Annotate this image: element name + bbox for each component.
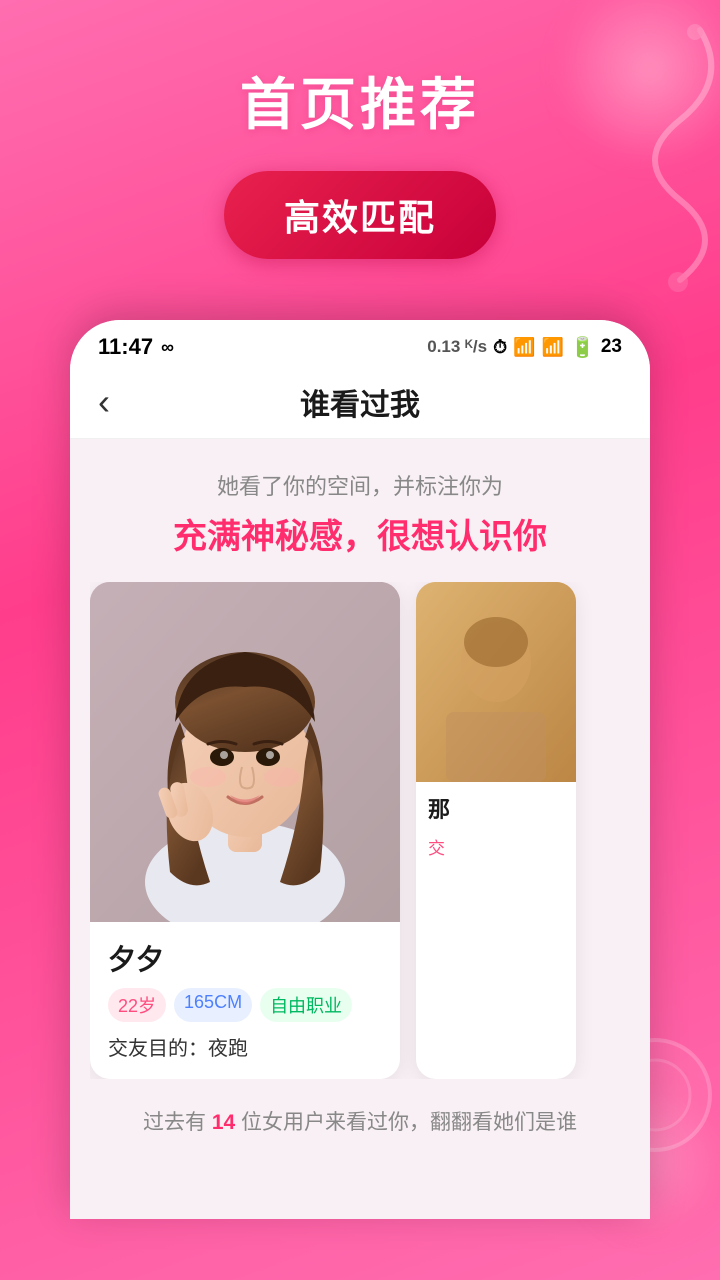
tags-row: 22岁 165CM 自由职业 — [108, 988, 382, 1022]
back-button[interactable]: ‹ — [98, 381, 110, 423]
profile-card-peek[interactable]: 那 交 — [416, 582, 576, 1079]
phone-screen: 11:47 ∞ 0.13 ᴷ/s ⏱ 📶 📶 🔋 23 ‹ 谁看过我 她看了你的… — [70, 320, 650, 1219]
highlight-text: 充满神秘感，很想认识你 — [90, 509, 630, 558]
signal-icon: 📶 — [513, 337, 535, 358]
clock-icon: ⏱ — [493, 337, 507, 358]
status-bar-right: 0.13 ᴷ/s ⏱ 📶 📶 🔋 23 — [427, 335, 622, 360]
tag-age: 22岁 — [108, 988, 166, 1022]
footer-text: 过去有 14 位女用户来看过你，翻翻看她们是谁 — [90, 1107, 630, 1139]
tag-job: 自由职业 — [260, 988, 352, 1022]
content-area: 她看了你的空间，并标注你为 充满神秘感，很想认识你 — [70, 439, 650, 1219]
purpose-label: 交友目的： — [108, 1038, 208, 1060]
network-icon: ∞ — [161, 337, 174, 358]
purpose-value: 夜跑 — [208, 1038, 248, 1060]
footer-count: 14 — [212, 1111, 235, 1134]
nav-title: 谁看过我 — [300, 380, 420, 424]
peek-sub: 交 — [416, 834, 576, 869]
peek-photo — [416, 582, 576, 782]
top-section: 首页推荐 高效匹配 — [0, 0, 720, 259]
status-bar-left: 11:47 ∞ — [98, 334, 174, 360]
navigation-bar: ‹ 谁看过我 — [70, 370, 650, 439]
profile-info: 夕夕 22岁 165CM 自由职业 交友目的：夜跑 — [90, 922, 400, 1079]
card-row: 夕夕 22岁 165CM 自由职业 交友目的：夜跑 — [90, 582, 630, 1079]
peek-photo-svg — [416, 582, 576, 782]
page-title: 首页推荐 — [240, 60, 480, 141]
footer-suffix: 位女用户来看过你，翻翻看她们是谁 — [235, 1111, 577, 1134]
peek-name: 那 — [416, 782, 576, 834]
profile-photo-svg — [90, 582, 400, 922]
profile-name: 夕夕 — [108, 938, 382, 978]
subtitle-text: 她看了你的空间，并标注你为 — [90, 469, 630, 501]
profile-card-main[interactable]: 夕夕 22岁 165CM 自由职业 交友目的：夜跑 — [90, 582, 400, 1079]
battery-icon: 🔋 — [570, 335, 595, 360]
time-display: 11:47 — [98, 334, 153, 360]
footer-prefix: 过去有 — [143, 1111, 212, 1134]
profile-photo — [90, 582, 400, 922]
status-bar: 11:47 ∞ 0.13 ᴷ/s ⏱ 📶 📶 🔋 23 — [70, 320, 650, 370]
speed-display: 0.13 ᴷ/s — [427, 337, 487, 357]
signal-icon2: 📶 — [542, 337, 564, 358]
battery-level: 23 — [601, 336, 622, 358]
match-badge[interactable]: 高效匹配 — [224, 171, 496, 259]
profile-purpose: 交友目的：夜跑 — [108, 1032, 382, 1061]
tag-height: 165CM — [174, 988, 252, 1022]
phone-mockup: 11:47 ∞ 0.13 ᴷ/s ⏱ 📶 📶 🔋 23 ‹ 谁看过我 她看了你的… — [70, 320, 650, 1219]
